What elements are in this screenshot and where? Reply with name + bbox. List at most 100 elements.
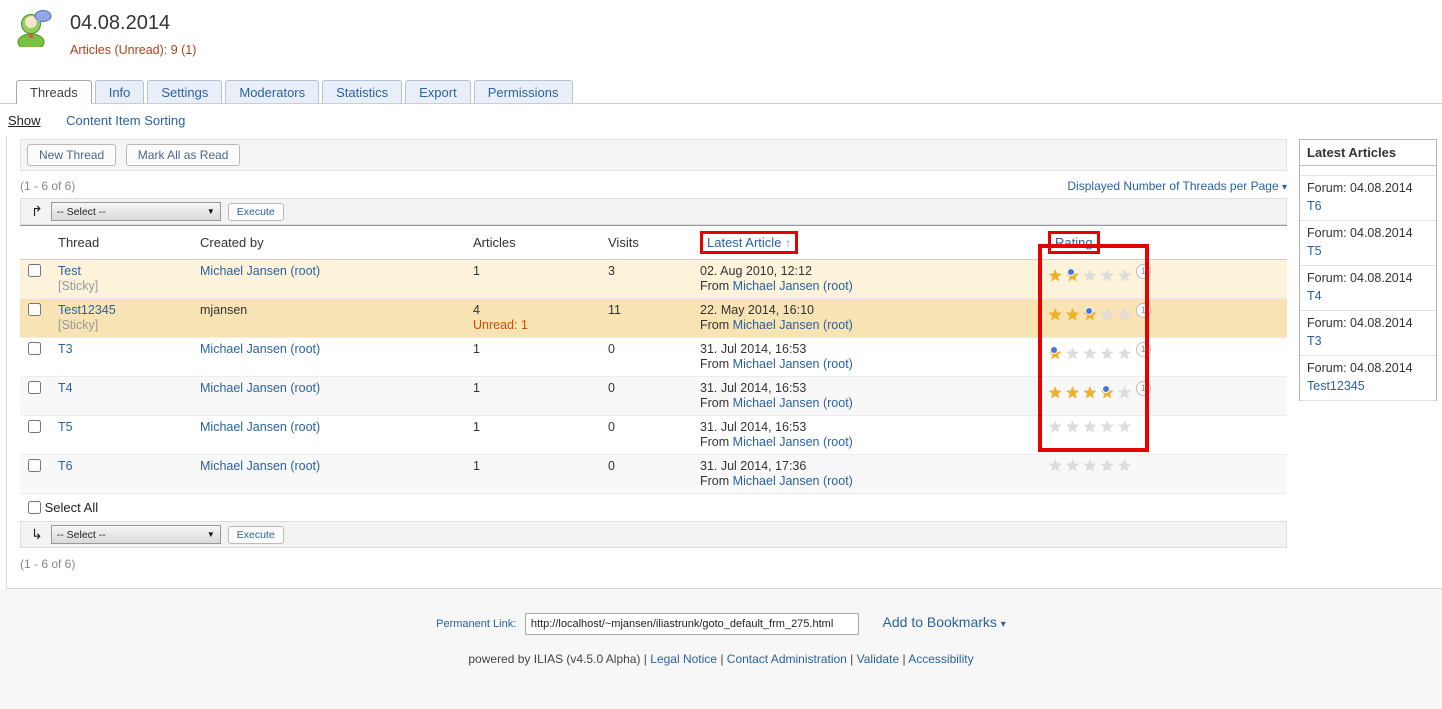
latest-article-author-link[interactable]: Michael Jansen (root) xyxy=(733,435,853,449)
execute-button-top[interactable]: Execute xyxy=(228,203,284,221)
sort-asc-icon: ↑ xyxy=(785,236,791,250)
tab-bar: ThreadsInfoSettingsModeratorsStatisticsE… xyxy=(0,79,1442,104)
visits-count: 3 xyxy=(608,264,615,278)
tab-settings[interactable]: Settings xyxy=(147,80,222,103)
subtab-content-item-sorting[interactable]: Content Item Sorting xyxy=(66,113,185,128)
mark-all-read-button[interactable]: Mark All as Read xyxy=(126,144,241,166)
latest-article-date: 31. Jul 2014, 16:53 xyxy=(700,381,806,395)
rating-stars[interactable]: ★★★★★1 xyxy=(1048,309,1151,323)
page-footer: Permanent Link: Add to Bookmarks ▾ power… xyxy=(0,589,1442,709)
rating-count-badge: 1 xyxy=(1136,381,1151,396)
annotation-box-latest-article: Latest Article ↑ xyxy=(700,231,798,254)
add-to-bookmarks-link[interactable]: Add to Bookmarks ▾ xyxy=(883,614,1006,630)
own-rating-marker-icon xyxy=(1050,346,1058,354)
latest-article-thread-link[interactable]: T6 xyxy=(1307,199,1322,213)
thread-title-link[interactable]: Test12345 xyxy=(58,303,116,317)
from-label: From xyxy=(700,435,729,449)
thread-row: T4 Michael Jansen (root) 1 0 31. Jul 201… xyxy=(20,377,1287,416)
thread-creator[interactable]: Michael Jansen (root) xyxy=(200,381,320,395)
sort-rating-link[interactable]: Rating xyxy=(1055,235,1093,250)
star-empty-icon: ★ xyxy=(1117,347,1131,363)
select-all-checkbox[interactable] xyxy=(28,501,41,514)
from-label: From xyxy=(700,396,729,410)
tab-permissions[interactable]: Permissions xyxy=(474,80,573,103)
latest-article-thread-link[interactable]: T3 xyxy=(1307,334,1322,348)
thread-checkbox[interactable] xyxy=(28,381,41,394)
tab-threads[interactable]: Threads xyxy=(16,80,92,104)
latest-article-date: 02. Aug 2010, 12:12 xyxy=(700,264,812,278)
latest-article-item: Forum: 04.08.2014 Test12345 xyxy=(1300,356,1436,401)
star-filled-icon: ★ xyxy=(1048,386,1062,402)
latest-article-author-link[interactable]: Michael Jansen (root) xyxy=(733,474,853,488)
thread-creator[interactable]: Michael Jansen (root) xyxy=(200,420,320,434)
permalink-input[interactable] xyxy=(525,613,859,635)
footer-link-legal-notice[interactable]: Legal Notice xyxy=(650,652,717,666)
star-empty-icon: ★ xyxy=(1083,459,1097,475)
star-empty-icon: ★ xyxy=(1100,420,1114,436)
rating-stars[interactable]: ★★★★★ xyxy=(1048,421,1135,435)
thread-creator[interactable]: Michael Jansen (root) xyxy=(200,342,320,356)
thread-creator[interactable]: Michael Jansen (root) xyxy=(200,459,320,473)
latest-article-author-link[interactable]: Michael Jansen (root) xyxy=(733,357,853,371)
footer-link-accessibility[interactable]: Accessibility xyxy=(908,652,973,666)
tab-info[interactable]: Info xyxy=(95,80,145,103)
thread-checkbox[interactable] xyxy=(28,420,41,433)
latest-article-thread-link[interactable]: T4 xyxy=(1307,289,1322,303)
sort-latest-article-link[interactable]: Latest Article ↑ xyxy=(707,235,791,250)
thread-title-link[interactable]: T6 xyxy=(58,459,73,473)
pagination-bottom-row: (1 - 6 of 6) xyxy=(20,557,1287,571)
latest-article-author-link[interactable]: Michael Jansen (root) xyxy=(733,396,853,410)
footer-link-contact-administration[interactable]: Contact Administration xyxy=(727,652,847,666)
from-label: From xyxy=(700,318,729,332)
thread-checkbox[interactable] xyxy=(28,342,41,355)
star-empty-icon: ★ xyxy=(1083,347,1097,363)
forum-label: Forum: 04.08.2014 xyxy=(1307,361,1429,375)
footer-credits: powered by ILIAS (v4.5.0 Alpha) | Legal … xyxy=(0,652,1442,666)
latest-article-item: Forum: 04.08.2014 T6 xyxy=(1300,176,1436,221)
bulk-action-select-top[interactable]: -- Select -- ▼ xyxy=(51,202,221,221)
bulk-action-toolbar-top: ↱ -- Select -- ▼ Execute xyxy=(20,198,1287,225)
thread-title-link[interactable]: T3 xyxy=(58,342,73,356)
thread-title-link[interactable]: Test xyxy=(58,264,81,278)
latest-article-thread-link[interactable]: T5 xyxy=(1307,244,1322,258)
bulk-action-select-bottom[interactable]: -- Select -- ▼ xyxy=(51,525,221,544)
table-header-row: Thread Created by Articles Visits Latest… xyxy=(20,226,1287,260)
latest-article-date: 31. Jul 2014, 17:36 xyxy=(700,459,806,473)
thread-checkbox[interactable] xyxy=(28,264,41,277)
star-empty-icon: ★ xyxy=(1083,420,1097,436)
own-rating-marker-icon xyxy=(1067,268,1075,276)
tab-moderators[interactable]: Moderators xyxy=(225,80,319,103)
rating-stars[interactable]: ★★★★★1 xyxy=(1048,387,1151,401)
rating-stars[interactable]: ★★★★★ xyxy=(1048,460,1135,474)
execute-button-bottom[interactable]: Execute xyxy=(228,526,284,544)
new-thread-button[interactable]: New Thread xyxy=(27,144,116,166)
thread-creator[interactable]: Michael Jansen (root) xyxy=(200,264,320,278)
star-filled-icon: ★ xyxy=(1083,308,1097,324)
thread-checkbox[interactable] xyxy=(28,459,41,472)
rating-count-badge: 1 xyxy=(1136,303,1151,318)
page-title: 04.08.2014 xyxy=(52,7,170,35)
rating-stars[interactable]: ★★★★★1 xyxy=(1048,348,1151,362)
col-latest-article: Latest Article ↑ xyxy=(692,226,1040,260)
rating-stars[interactable]: ★★★★★1 xyxy=(1048,270,1151,284)
tab-export[interactable]: Export xyxy=(405,80,471,103)
tab-statistics[interactable]: Statistics xyxy=(322,80,402,103)
apply-selection-up-icon: ↱ xyxy=(31,203,43,220)
from-label: From xyxy=(700,474,729,488)
latest-article-thread-link[interactable]: Test12345 xyxy=(1307,379,1365,393)
header-filler xyxy=(1160,226,1287,260)
footer-link-validate[interactable]: Validate xyxy=(857,652,899,666)
threads-per-page-link[interactable]: Displayed Number of Threads per Page ▾ xyxy=(1067,179,1287,193)
subtab-show[interactable]: Show xyxy=(8,113,41,128)
latest-article-author-link[interactable]: Michael Jansen (root) xyxy=(733,279,853,293)
latest-article-author-link[interactable]: Michael Jansen (root) xyxy=(733,318,853,332)
col-rating: Rating xyxy=(1040,226,1160,260)
thread-checkbox[interactable] xyxy=(28,303,41,316)
articles-count: 1 xyxy=(473,381,480,395)
thread-title-link[interactable]: T4 xyxy=(58,381,73,395)
thread-row: T3 Michael Jansen (root) 1 0 31. Jul 201… xyxy=(20,338,1287,377)
visits-count: 0 xyxy=(608,420,615,434)
permalink-label: Permanent Link: xyxy=(436,618,516,630)
thread-title-link[interactable]: T5 xyxy=(58,420,73,434)
thread-creator: mjansen xyxy=(200,303,247,317)
